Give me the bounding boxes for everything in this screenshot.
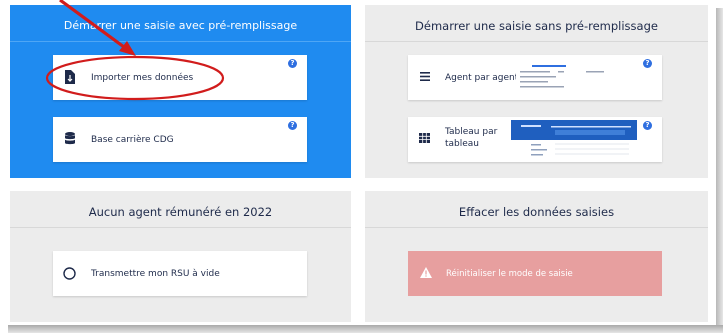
radio-empty-icon[interactable] [63,267,76,280]
cdg-help-icon[interactable]: ? [288,121,297,130]
table-by-table-label: Tableau par tableau [445,127,498,149]
reset-mode-button[interactable]: Réinitialiser le mode de saisie [408,251,662,296]
import-data-card[interactable]: Importer mes données ? [53,55,307,100]
agent-form-thumbnail [516,63,626,93]
no-prefill-panel: Démarrer une saisie sans pré-remplissage… [365,5,708,178]
erase-panel: Effacer les données saisies Réinitialise… [365,191,708,322]
no-agent-panel-divider [10,227,351,228]
table-form-thumbnail [511,120,637,160]
table-help-icon[interactable]: ? [643,121,652,130]
import-data-label: Importer mes données [91,73,194,83]
no-prefill-panel-divider [365,41,708,42]
cdg-career-base-label: Base carrière CDG [91,135,174,145]
page-shadow-bottom [8,325,723,333]
warning-icon [420,267,432,278]
cdg-career-base-card[interactable]: Base carrière CDG ? [53,117,307,162]
empty-rsu-label: Transmettre mon RSU à vide [91,269,220,279]
file-import-icon [65,70,75,84]
agent-help-icon[interactable]: ? [643,59,652,68]
reset-mode-label: Réinitialiser le mode de saisie [446,269,573,279]
prefill-panel-title: Démarrer une saisie avec pré-remplissage [63,19,298,32]
no-prefill-panel-title: Démarrer une saisie sans pré-remplissage [415,19,658,33]
agent-by-agent-label: Agent par agent [445,73,519,83]
no-agent-panel: Aucun agent rémunéré en 2022 Transmettre… [10,191,351,322]
erase-panel-divider [365,227,708,228]
list-icon [420,72,430,81]
import-help-icon[interactable]: ? [288,59,297,68]
empty-rsu-card[interactable]: Transmettre mon RSU à vide [53,251,307,296]
table-by-table-card[interactable]: Tableau par tableau ? [408,117,662,162]
page-shadow-right [716,8,723,326]
table-grid-icon [419,133,430,143]
agent-by-agent-card[interactable]: Agent par agent ? [408,55,662,100]
database-icon [65,132,75,145]
erase-panel-title: Effacer les données saisies [458,205,615,219]
prefill-panel-divider [10,41,351,42]
prefill-panel: Démarrer une saisie avec pré-remplissage… [10,5,351,178]
no-agent-panel-title: Aucun agent rémunéré en 2022 [88,205,273,219]
